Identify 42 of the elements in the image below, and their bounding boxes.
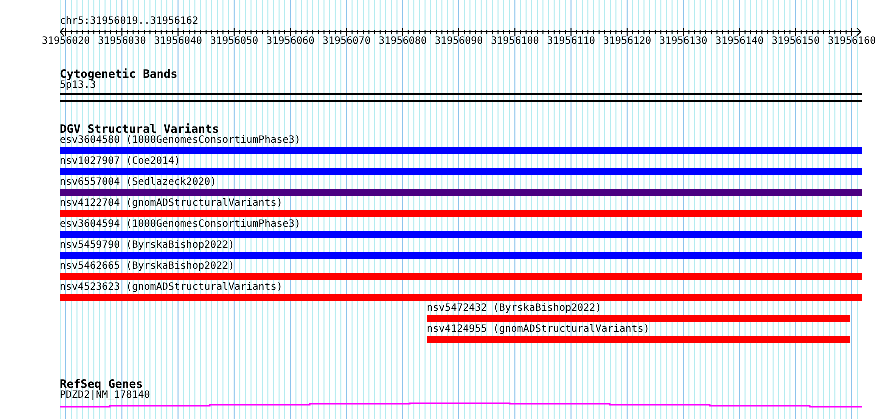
variant-bar[interactable] (60, 294, 862, 301)
variant-label: nsv1027907 (Coe2014) (60, 156, 180, 168)
variant-bar[interactable] (60, 252, 862, 259)
ruler-label: 31956060 (266, 36, 315, 48)
track-title: RefSeq Genes (60, 378, 144, 390)
band-label: 5p13.3 (60, 80, 96, 92)
variant-label: nsv5459790 (ByrskaBishop2022) (60, 240, 235, 252)
gene-line[interactable] (60, 402, 862, 408)
ruler-label: 31956120 (603, 36, 652, 48)
ruler-label: 31956090 (434, 36, 484, 48)
variant-label: nsv4523623 (gnomADStructuralVariants) (60, 282, 283, 294)
variant-label: esv3604580 (1000GenomesConsortiumPhase3) (60, 135, 301, 147)
variant-bar[interactable] (60, 210, 862, 217)
ruler-label: 31956040 (154, 36, 202, 48)
variant-bar[interactable] (60, 273, 862, 280)
ruler-label: 31956020 (42, 36, 90, 48)
track-title: DGV Structural Variants (60, 123, 220, 135)
variant-bar[interactable] (60, 147, 862, 154)
ruler-label: 31956140 (716, 36, 764, 48)
ruler-label: 31956050 (210, 36, 259, 48)
variant-label: nsv5472432 (ByrskaBishop2022) (427, 303, 602, 315)
variant-bar[interactable] (60, 189, 862, 196)
variant-label: nsv6557004 (Sedlazeck2020) (60, 177, 217, 189)
variant-label: nsv5462665 (ByrskaBishop2022) (60, 261, 235, 273)
ruler-label: 31956160 (828, 36, 876, 48)
variant-bar[interactable] (60, 231, 862, 238)
gene-label: PDZD2|NM_178140 (60, 390, 150, 402)
variant-bar[interactable] (60, 168, 862, 175)
variant-label: nsv4124955 (gnomADStructuralVariants) (427, 324, 650, 336)
ruler-label: 31956130 (660, 36, 708, 48)
ruler-label: 31956030 (98, 36, 146, 48)
ruler-label: 31956110 (547, 36, 596, 48)
location-label: chr5:31956019..31956162 (60, 16, 198, 28)
variant-label: nsv4122704 (gnomADStructuralVariants) (60, 198, 283, 210)
ruler-label: 31956150 (772, 36, 820, 48)
ruler-label: 31956070 (322, 36, 371, 48)
variant-bar[interactable] (427, 315, 850, 322)
ruler-label: 31956080 (378, 36, 427, 48)
track-title: Cytogenetic Bands (60, 68, 178, 80)
variant-bar[interactable] (427, 336, 850, 343)
ruler-label: 31956100 (491, 36, 540, 48)
variant-label: esv3604594 (1000GenomesConsortiumPhase3) (60, 219, 301, 231)
